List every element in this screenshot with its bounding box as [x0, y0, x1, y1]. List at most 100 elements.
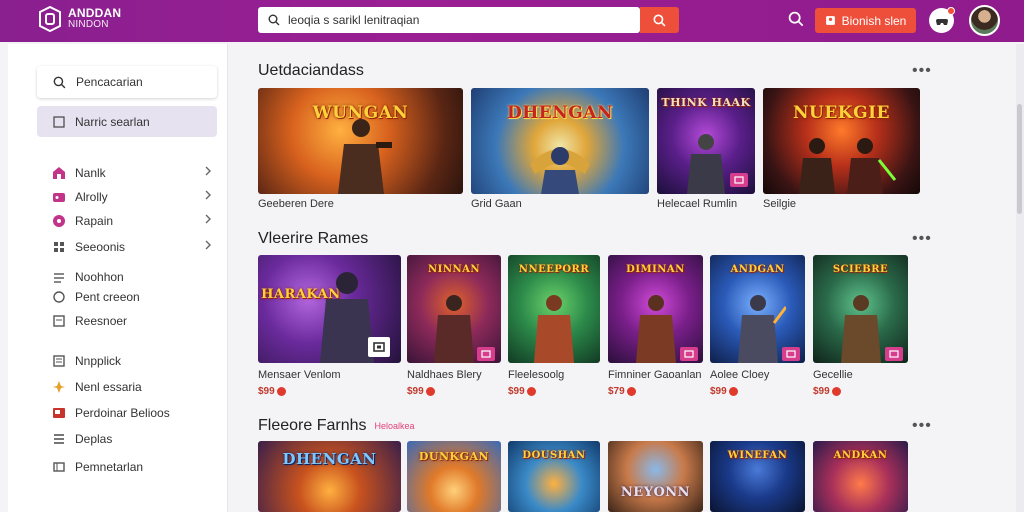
card-art-title: ANDKAN — [833, 449, 888, 461]
notification-dot — [947, 7, 955, 15]
controller-icon — [373, 342, 385, 352]
sidebar-item-displays[interactable]: Deplas — [52, 430, 212, 448]
card-title[interactable]: Aolee Cloey — [710, 369, 769, 381]
sidebar-search[interactable]: Pencacarian — [37, 66, 217, 98]
home-icon — [53, 167, 65, 179]
square-icon — [53, 115, 65, 128]
sidebar-item-recent[interactable]: Pent creeon — [52, 288, 212, 306]
game-card[interactable]: NEYONN — [608, 441, 703, 512]
avatar[interactable] — [969, 5, 1000, 36]
warrior-figure — [337, 119, 392, 194]
sidebar-item-home[interactable]: Nanlk — [52, 164, 212, 182]
scrollbar-thumb[interactable] — [1017, 104, 1022, 214]
search-button[interactable] — [640, 7, 679, 33]
game-card[interactable]: DUNKGAN — [407, 441, 501, 512]
sidebar-item-label: Narric searlan — [75, 114, 150, 129]
card-title[interactable]: Fimniner Gaoanlan — [608, 369, 702, 381]
notification-button[interactable] — [929, 7, 955, 33]
warrior-figure — [840, 295, 881, 363]
sidebar-item-label: Perdoinar Belioos — [75, 406, 170, 420]
game-card[interactable]: DHENGAN — [258, 441, 401, 512]
card-art-title: THINK HAAK — [661, 96, 751, 110]
logo-icon — [39, 6, 61, 32]
scrollbar[interactable] — [1016, 44, 1024, 512]
sidebar-search-label: Pencacarian — [76, 75, 143, 89]
card-title[interactable]: Seilgie — [763, 198, 796, 210]
sidebar-item-label: Alrolly — [75, 190, 108, 204]
more-options-icon[interactable]: ••• — [912, 418, 932, 434]
warrior-figure — [737, 295, 786, 363]
chevron-right-icon — [205, 190, 211, 200]
controller-icon — [481, 350, 491, 358]
sidebar-item-active[interactable]: Narric searlan — [37, 106, 217, 137]
sidebar-item-playlist[interactable]: Nnpplick — [52, 352, 212, 370]
price: $99 — [710, 386, 738, 397]
warrior-figure — [434, 295, 474, 363]
price: $99 — [258, 386, 286, 397]
card-art-title: ANDGAN — [730, 263, 785, 275]
platform-badge — [680, 347, 698, 361]
sidebar-item-activity[interactable]: Alrolly — [52, 188, 212, 206]
game-card[interactable]: DIMINAN — [608, 255, 703, 363]
game-card[interactable]: ANDKAN — [813, 441, 908, 512]
card-art-title: NUEKGIE — [792, 102, 891, 123]
sidebar-item-essentials[interactable]: Nenl essaria — [52, 378, 212, 396]
game-card[interactable]: DOUSHAN — [508, 441, 600, 512]
warrior-figure — [530, 147, 590, 194]
card-art-title: DHENGAN — [282, 449, 377, 468]
sidebar-item-label: Pemnetarlan — [75, 460, 144, 474]
game-card[interactable]: THINK HAAK — [657, 88, 755, 194]
card-title[interactable]: Mensaer Venlom — [258, 369, 341, 381]
search-icon — [268, 14, 280, 26]
chevron-right-icon — [205, 240, 211, 250]
logo[interactable]: ANDDAN NINDON — [38, 6, 121, 32]
chevron-right-icon — [205, 214, 211, 224]
search-input[interactable] — [288, 13, 618, 27]
sidebar-item-permissions[interactable]: Pemnetarlan — [52, 458, 212, 476]
warrior-figure — [798, 138, 896, 194]
box-icon — [53, 408, 65, 418]
card-title[interactable]: Gecellie — [813, 369, 853, 381]
gamepad-icon — [935, 18, 948, 25]
game-card[interactable]: DHENGAN — [471, 88, 649, 194]
logo-title: ANDDAN — [68, 6, 122, 20]
card-title[interactable]: Naldhaes Blery — [407, 369, 482, 381]
price: $99 — [407, 386, 435, 397]
price: $99 — [813, 386, 841, 397]
game-card[interactable]: WINEFAN — [710, 441, 805, 512]
logo-subtitle: NINDON — [68, 19, 109, 30]
game-card[interactable]: WUNGAN — [258, 88, 463, 194]
card-art-title: DHENGAN — [506, 102, 614, 123]
game-card[interactable]: NNEEPORR — [508, 255, 600, 363]
game-card[interactable]: ANDGAN — [710, 255, 805, 363]
section-title: Fleeore Farnhs Heloalkea — [258, 417, 415, 434]
platform-badge — [730, 173, 748, 187]
game-card[interactable]: SCIEBRE — [813, 255, 908, 363]
search-icon[interactable] — [788, 11, 804, 27]
more-options-icon[interactable]: ••• — [912, 231, 932, 247]
card-title[interactable]: Grid Gaan — [471, 198, 522, 210]
signup-button[interactable]: Bionish slen — [815, 8, 916, 33]
spark-icon — [53, 381, 65, 393]
section-title: Uetdaciandass — [258, 62, 364, 79]
sidebar-item-reviews[interactable]: Reesnoer — [52, 312, 212, 330]
sidebar-item-sessions[interactable]: Seeoonis — [52, 238, 212, 256]
circle-icon — [53, 291, 65, 303]
game-card[interactable]: HARAKAN — [258, 255, 401, 363]
price-dot — [276, 387, 286, 396]
sidebar-item-deals[interactable]: Rapain — [52, 212, 212, 230]
section-title: Vleerire Rames — [258, 230, 369, 247]
sidebar-item-purchases[interactable]: Perdoinar Belioos — [52, 404, 212, 422]
card-art-title: NNEEPORR — [518, 263, 590, 275]
game-card[interactable]: NINNAN — [407, 255, 501, 363]
more-options-icon[interactable]: ••• — [912, 63, 932, 79]
sidebar-item-news[interactable]: Noohhon — [52, 268, 212, 286]
card-title[interactable]: Helecael Rumlin — [657, 198, 737, 210]
card-art-title: SCIEBRE — [832, 263, 889, 275]
gamepad-icon — [53, 193, 65, 202]
card-title[interactable]: Fleelesoolg — [508, 369, 564, 381]
chevron-right-icon — [205, 166, 211, 176]
card-title[interactable]: Geeberen Dere — [258, 198, 334, 210]
game-card[interactable]: NUEKGIE — [763, 88, 920, 194]
price-dot — [425, 387, 435, 396]
